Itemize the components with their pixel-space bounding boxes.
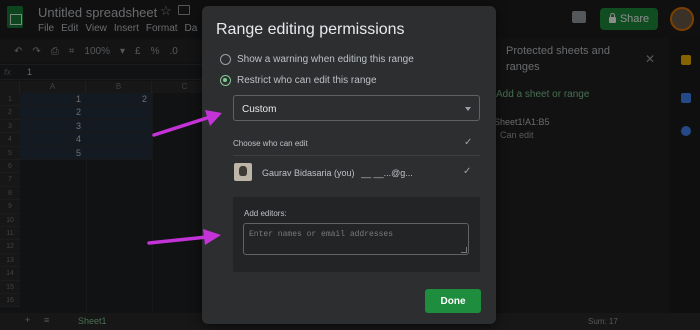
done-button[interactable]: Done bbox=[425, 289, 481, 313]
editor-name: Gaurav Bidasaria (you) __ __...@g... bbox=[262, 168, 413, 178]
add-editors-section: Add editors: bbox=[233, 197, 480, 272]
option-show-warning[interactable]: Show a warning when editing this range bbox=[220, 54, 414, 65]
resize-handle-icon[interactable] bbox=[461, 247, 467, 253]
dialog-title: Range editing permissions bbox=[216, 21, 405, 38]
check-icon[interactable]: ✓ bbox=[464, 137, 472, 148]
choose-editors-label: Choose who can edit bbox=[233, 139, 308, 148]
radio-button-selected[interactable] bbox=[220, 75, 231, 86]
add-editors-label: Add editors: bbox=[244, 209, 287, 218]
divider bbox=[233, 155, 480, 156]
option-label: Restrict who can edit this range bbox=[237, 75, 377, 86]
permission-dropdown[interactable]: Custom bbox=[233, 95, 480, 121]
editor-row[interactable]: Gaurav Bidasaria (you) __ __...@g... ✓ bbox=[233, 161, 480, 191]
option-restrict[interactable]: Restrict who can edit this range bbox=[220, 75, 377, 86]
option-label: Show a warning when editing this range bbox=[237, 54, 414, 65]
radio-button[interactable] bbox=[220, 54, 231, 65]
range-editing-permissions-dialog: Range editing permissions Show a warning… bbox=[202, 6, 496, 324]
editor-display-name: Gaurav Bidasaria (you) bbox=[262, 168, 355, 178]
editor-email: __ __...@g... bbox=[361, 168, 413, 178]
avatar bbox=[234, 163, 252, 181]
add-editors-input[interactable] bbox=[243, 223, 469, 255]
chevron-down-icon bbox=[465, 107, 471, 111]
annotation-arrow-icon bbox=[152, 110, 222, 137]
dropdown-value: Custom bbox=[242, 104, 277, 115]
annotation-arrow-icon bbox=[147, 229, 221, 245]
check-icon[interactable]: ✓ bbox=[463, 166, 471, 177]
